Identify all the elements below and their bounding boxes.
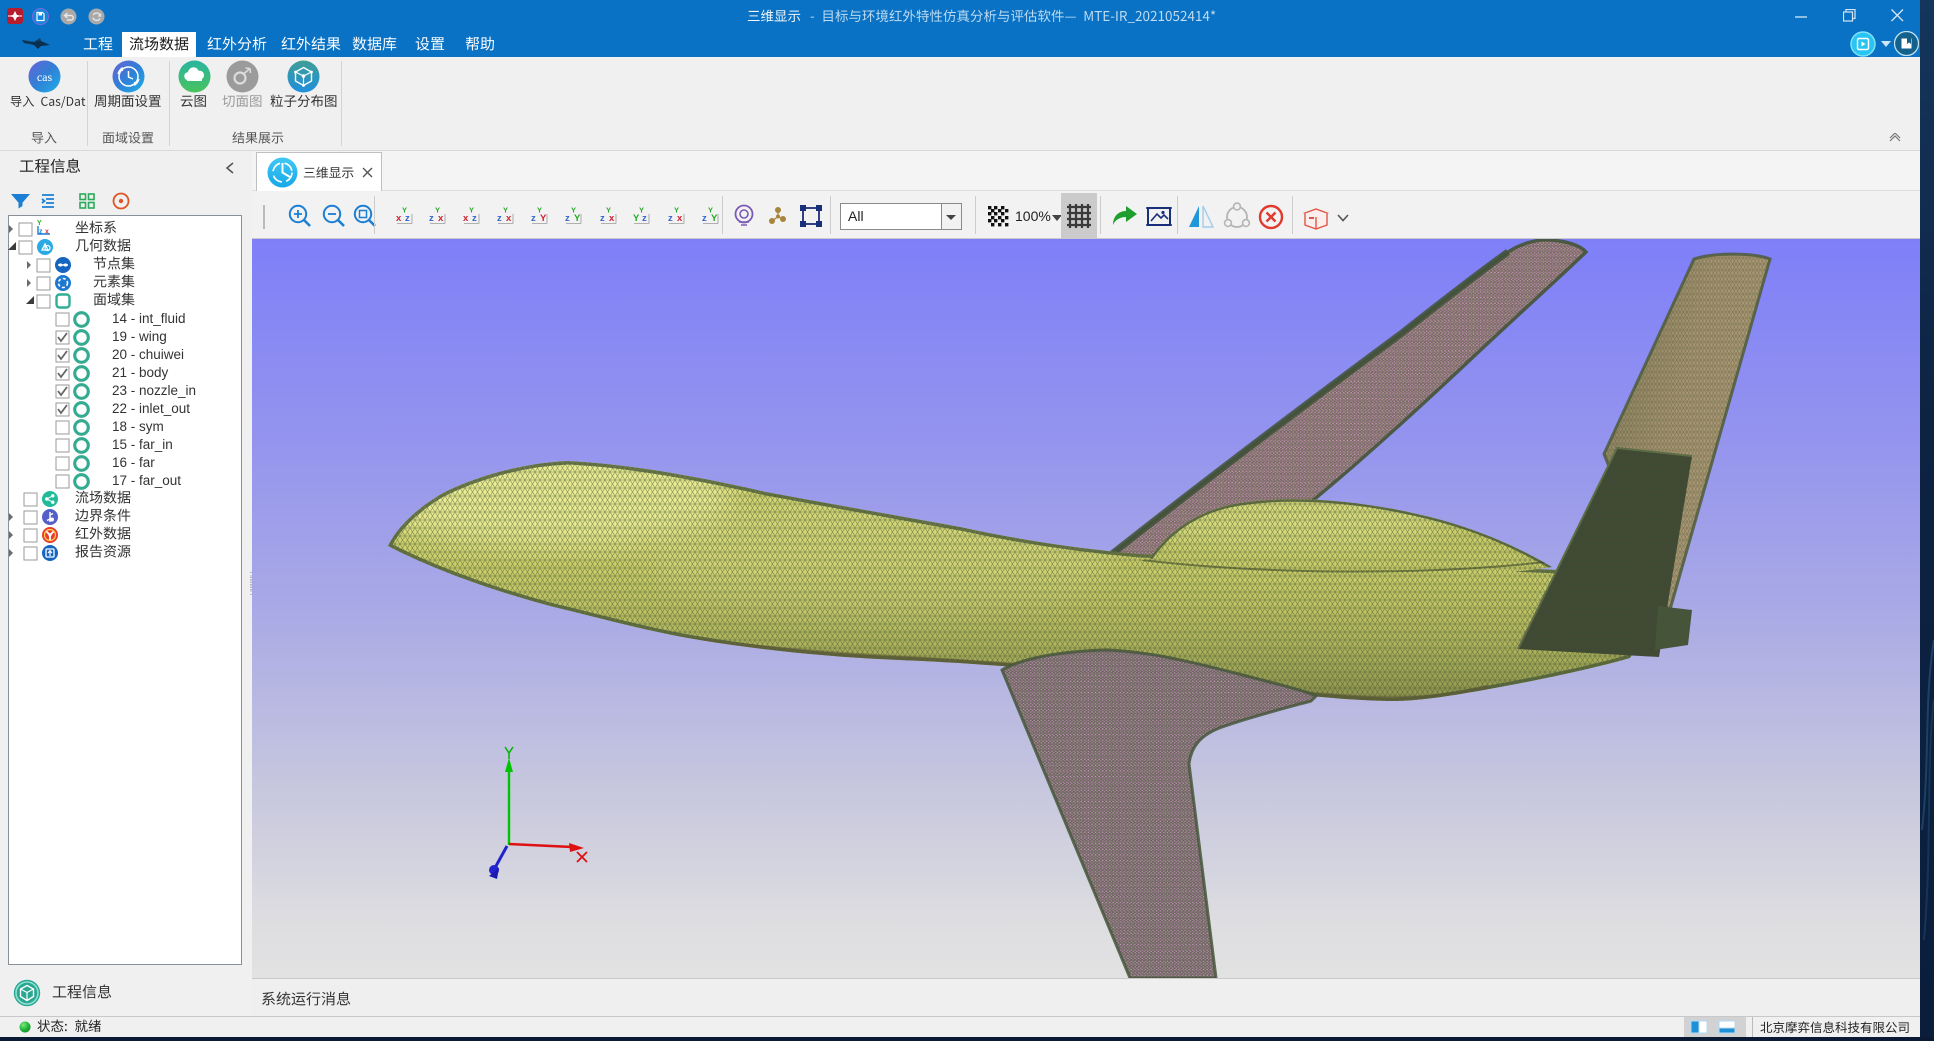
svg-text:Y: Y: [639, 206, 644, 215]
svg-text:Y: Y: [435, 206, 440, 215]
svg-text:z: z: [642, 213, 647, 224]
svg-text:Y: Y: [606, 206, 611, 215]
svg-text:z: z: [39, 229, 43, 236]
svg-text:Y: Y: [37, 220, 42, 227]
svg-text:x: x: [45, 229, 49, 236]
svg-text:Y: Y: [469, 206, 474, 215]
svg-text:x: x: [677, 213, 683, 224]
svg-text:Y: Y: [574, 213, 581, 224]
svg-text:Y: Y: [571, 206, 576, 215]
svg-text:Y: Y: [633, 213, 640, 224]
svg-text:z: z: [600, 213, 605, 224]
svg-text:Y: Y: [402, 206, 407, 215]
svg-text:cas: cas: [37, 70, 53, 84]
svg-text:x: x: [438, 213, 444, 224]
svg-text:x: x: [506, 213, 512, 224]
svg-text:x: x: [463, 213, 469, 224]
svg-text:z: z: [429, 213, 434, 224]
svg-text:x: x: [609, 213, 615, 224]
svg-text:z: z: [531, 213, 536, 224]
svg-text:z: z: [565, 213, 570, 224]
svg-text:z: z: [472, 213, 477, 224]
svg-text:x: x: [396, 213, 402, 224]
svg-text:Y: Y: [540, 213, 547, 224]
svg-text:z: z: [668, 213, 673, 224]
svg-text:Y: Y: [503, 206, 508, 215]
svg-text:Y: Y: [711, 213, 718, 224]
svg-text:z: z: [702, 213, 707, 224]
svg-text:Y: Y: [674, 206, 679, 215]
svg-text:z: z: [497, 213, 502, 224]
svg-text:Y: Y: [537, 206, 542, 215]
svg-text:z: z: [405, 213, 410, 224]
svg-text:Y: Y: [708, 206, 713, 215]
